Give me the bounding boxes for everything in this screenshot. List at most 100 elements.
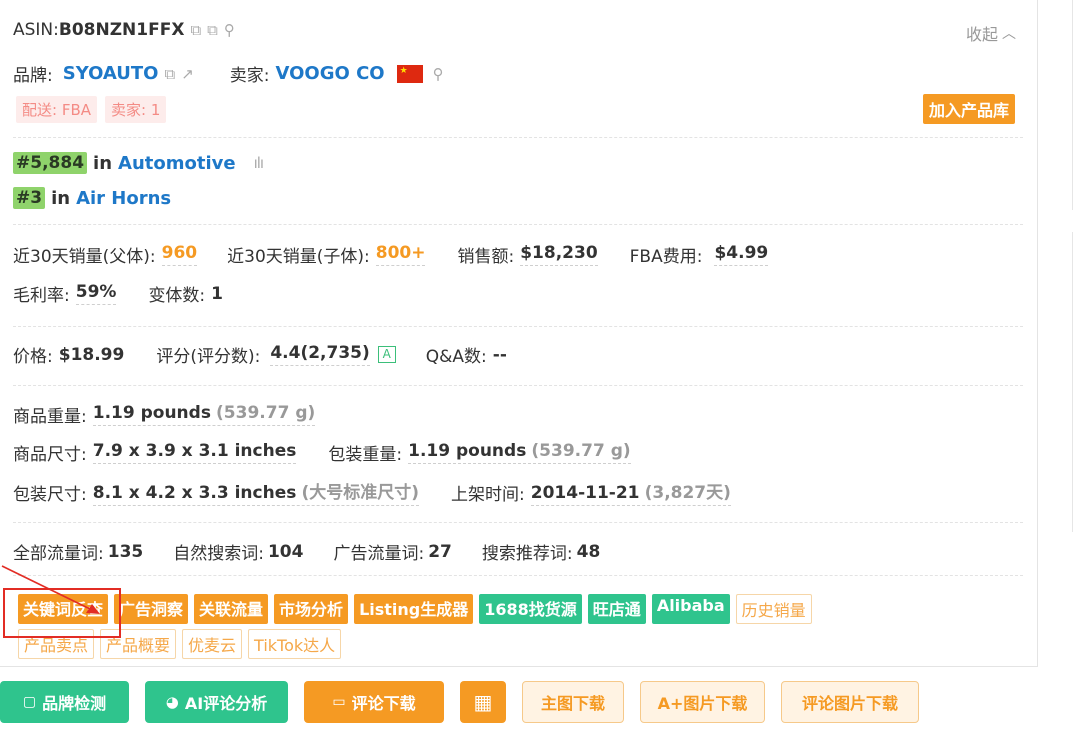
location-pin-icon[interactable]: ⚲: [433, 65, 444, 83]
delivery-tag: 配送: FBA: [16, 96, 98, 123]
all-traffic-value: 135: [107, 541, 144, 562]
weight-label: 商品重量:: [13, 407, 87, 427]
package-dim-value: 8.1 x 4.2 x 3.3 inches: [92, 483, 297, 503]
rank-badge: #3: [13, 187, 46, 209]
listing-generator-tag[interactable]: Listing生成器: [354, 594, 474, 624]
price-row: 价格: $18.99 评分(评分数): 4.4(2,735) A Q&A数: -…: [13, 342, 507, 367]
brand-link[interactable]: SYOAUTO: [63, 63, 159, 84]
market-analysis-tag[interactable]: 市场分析: [274, 594, 349, 624]
square-icon: ▢: [22, 694, 37, 710]
review-download-label: 评论下载: [351, 694, 416, 713]
tiktok-influencer-tag[interactable]: TikTok达人: [248, 629, 342, 659]
main-image-download-button[interactable]: 主图下载: [522, 681, 624, 723]
weight-value: 1.19 pounds: [92, 403, 211, 423]
copy-icon[interactable]: ⧉: [207, 21, 218, 39]
ad-traffic-value: 27: [428, 541, 452, 562]
related-traffic-tag[interactable]: 关联流量: [194, 594, 269, 624]
source-1688-tag[interactable]: 1688找货源: [479, 594, 582, 624]
recommended-value: 48: [576, 541, 601, 562]
seller-label: 卖家:: [229, 66, 270, 86]
divider: [13, 385, 1023, 386]
rating-grade-badge: A: [377, 346, 396, 363]
review-download-button[interactable]: ▭ 评论下载: [304, 681, 444, 723]
bar-chart-icon[interactable]: ılı: [254, 154, 264, 172]
divider: [13, 224, 1023, 225]
ad-traffic-label: 广告流量词:: [333, 544, 425, 564]
divider: [13, 137, 1023, 138]
brand-check-label: 品牌检测: [42, 694, 107, 713]
youmaiyun-tag[interactable]: 优麦云: [182, 629, 243, 659]
rank-category-link[interactable]: Automotive: [118, 153, 236, 174]
brand-seller-row: 品牌: SYOAUTO ⧉ ↗ 卖家: VOOGO CO ★ ⚲: [13, 61, 444, 86]
china-flag-icon: ★: [396, 64, 423, 83]
divider: [13, 522, 1023, 523]
fulfillment-tags: 配送: FBA 卖家: 1: [16, 96, 174, 123]
qa-value: --: [492, 344, 507, 365]
listed-label: 上架时间:: [451, 484, 525, 505]
collapse-toggle[interactable]: 收起 ︿: [966, 21, 1016, 45]
rating-label: 评分(评分数):: [156, 347, 261, 367]
share-icon[interactable]: ↗: [181, 65, 194, 83]
package-weight-value: 1.19 pounds: [408, 441, 527, 461]
organic-label: 自然搜索词:: [173, 544, 264, 564]
adjacent-panel-edge: [1072, 0, 1080, 210]
review-image-download-button[interactable]: 评论图片下载: [781, 681, 919, 723]
adjacent-panel-edge: [1072, 232, 1080, 532]
listed-alt: (3,827天): [644, 483, 731, 503]
asin-label: ASIN:: [13, 20, 59, 40]
package-row: 包装尺寸: 8.1 x 4.2 x 3.3 inches (大号标准尺寸) 上架…: [13, 478, 731, 506]
variants-value: 1: [211, 283, 224, 304]
chevron-up-icon: ︿: [1002, 26, 1017, 42]
rank-row-2: #3 in Air Horns: [13, 187, 171, 209]
location-pin-icon[interactable]: ⚲: [224, 21, 235, 39]
margin-value: 59%: [75, 282, 117, 305]
revenue-value: $18,230: [520, 243, 598, 266]
alibaba-tag[interactable]: Alibaba: [651, 594, 730, 624]
copy-icon[interactable]: ⧉: [190, 21, 201, 39]
rank-category-link[interactable]: Air Horns: [76, 188, 171, 209]
fba-fee-value: $4.99: [714, 243, 769, 266]
dimensions-label: 商品尺寸:: [13, 445, 87, 465]
comment-icon: ▭: [332, 694, 346, 710]
ai-review-button[interactable]: ◕ AI评论分析: [145, 681, 288, 723]
dimensions-value: 7.9 x 3.9 x 3.1 inches: [92, 441, 297, 464]
parent-sales-value: 960: [161, 243, 198, 266]
aplus-image-download-button[interactable]: A+图片下载: [640, 681, 765, 723]
calculator-button[interactable]: ▦: [460, 681, 506, 723]
sales-history-tag[interactable]: 历史销量: [735, 594, 812, 624]
dimensions-row: 商品尺寸: 7.9 x 3.9 x 3.1 inches 包装重量: 1.19 …: [13, 440, 631, 465]
brand-check-button[interactable]: ▢ 品牌检测: [0, 681, 129, 723]
child-sales-label: 近30天销量(子体):: [227, 247, 370, 267]
divider: [13, 575, 1023, 576]
calculator-icon: ▦: [473, 690, 493, 714]
child-sales-value: 800+: [375, 243, 426, 266]
margin-row: 毛利率: 59% 变体数: 1: [13, 281, 223, 306]
fba-fee-label: FBA费用:: [629, 247, 703, 267]
rank-in: in: [93, 152, 113, 174]
rating-value: 4.4(2,735): [270, 343, 370, 366]
seller-count-tag: 卖家: 1: [105, 96, 167, 123]
sales-row: 近30天销量(父体): 960 近30天销量(子体): 800+ 销售额: $1…: [13, 242, 769, 267]
ai-review-label: AI评论分析: [184, 694, 268, 713]
bottom-toolbar: ▢ 品牌检测 ◕ AI评论分析 ▭ 评论下载 ▦ 主图下载 A+图片下载 评论图…: [0, 681, 919, 723]
add-to-library-button[interactable]: 加入产品库: [923, 94, 1016, 124]
seller-link[interactable]: VOOGO CO: [276, 63, 385, 84]
annotation-arrow: [1, 565, 100, 614]
package-weight-label: 包装重量:: [328, 445, 403, 465]
weight-row: 商品重量: 1.19 pounds (539.77 g): [13, 402, 316, 427]
rank-row-1: #5,884 in Automotive ılı: [13, 152, 264, 174]
asin-value: B08NZN1FFX: [58, 20, 185, 40]
recommended-label: 搜索推荐词:: [481, 544, 573, 564]
rank-badge: #5,884: [13, 152, 88, 174]
qa-label: Q&A数:: [425, 347, 487, 367]
margin-label: 毛利率:: [13, 286, 70, 306]
collapse-label: 收起: [966, 25, 999, 44]
pie-chart-icon: ◕: [165, 693, 179, 711]
price-value: $18.99: [58, 344, 125, 365]
weight-alt: (539.77 g): [216, 403, 316, 423]
divider: [13, 326, 1023, 327]
revenue-label: 销售额:: [457, 247, 515, 267]
copy-icon[interactable]: ⧉: [164, 65, 175, 83]
wangdiantong-tag[interactable]: 旺店通: [587, 594, 646, 624]
parent-sales-label: 近30天销量(父体):: [13, 247, 156, 267]
